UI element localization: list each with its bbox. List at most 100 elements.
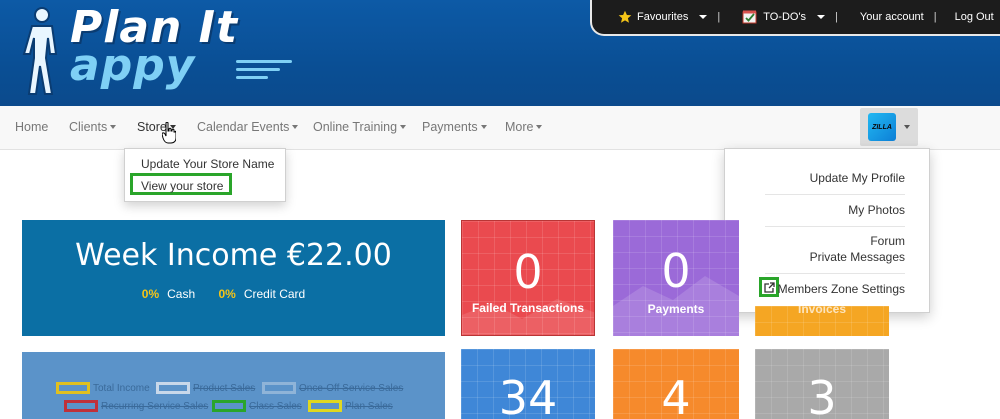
payments-label: Payments [647, 302, 705, 316]
nav-training-label: Online Training [313, 120, 398, 134]
update-store-name-label: Update Your Store Name [141, 157, 275, 171]
legend-once-off-label: Once-Off Service Sales [299, 382, 404, 394]
menu-divider [765, 226, 905, 227]
menu-update-store-name[interactable]: Update Your Store Name [141, 157, 274, 171]
legend-plan-sales[interactable]: Plan Sales [308, 400, 393, 412]
cash-label: Cash [167, 287, 196, 301]
legend-swatch [262, 382, 296, 394]
legend-class-sales[interactable]: Class Sales [212, 400, 302, 412]
members-zone-label: Members Zone Settings [777, 282, 905, 296]
messages-label: Private Messages [809, 250, 905, 264]
menu-divider [765, 194, 905, 195]
chevron-down-icon [292, 125, 299, 129]
nav-online-training[interactable]: Online Training [313, 120, 407, 134]
view-store-label: View your store [141, 179, 224, 193]
runner-logo-icon [22, 7, 58, 95]
failed-transactions-value: 0 [513, 245, 543, 299]
your-account-link[interactable]: Your account [838, 11, 934, 23]
menu-update-my-profile[interactable]: Update My Profile [810, 171, 905, 185]
nav-more[interactable]: More [505, 120, 543, 134]
payments-tile[interactable]: 0 Payments [613, 220, 739, 336]
checklist-icon [742, 10, 757, 24]
stat-value: 4 [661, 371, 691, 419]
nav-home[interactable]: Home [15, 120, 48, 134]
todos-menu[interactable]: TO-DO's [720, 10, 835, 24]
card-label: Credit Card [243, 287, 306, 301]
menu-forum[interactable]: Forum [870, 234, 905, 248]
legend-once-off-sales[interactable]: Once-Off Service Sales [262, 382, 403, 394]
sales-chart-panel: Total Income Product Sales Once-Off Serv… [22, 352, 445, 419]
avatar: ZILLA [868, 113, 896, 141]
legend-total-income[interactable]: Total Income [56, 382, 150, 394]
forum-label: Forum [870, 234, 905, 248]
your-account-label: Your account [859, 11, 924, 23]
logout-link[interactable]: Log Out [937, 11, 1000, 23]
top-user-bar: Favourites | TO-DO's | Your account | Lo… [590, 0, 1000, 36]
profile-dropdown-menu: Update My Profile My Photos Forum Privat… [724, 148, 930, 313]
legend-swatch [212, 400, 246, 412]
menu-divider [765, 273, 905, 274]
failed-transactions-tile[interactable]: 0 Failed Transactions [461, 220, 595, 336]
brand-logo-line2[interactable]: appy [70, 44, 195, 88]
stat-tile-34[interactable]: 34 [461, 349, 595, 419]
legend-swatch [56, 382, 90, 394]
legend-swatch [64, 400, 98, 412]
legend-swatch [308, 400, 342, 412]
menu-private-messages[interactable]: Private Messages [810, 250, 905, 264]
favourites-menu[interactable]: Favourites [592, 10, 717, 24]
nav-calendar-events[interactable]: Calendar Events [197, 120, 299, 134]
failed-transactions-label: Failed Transactions [471, 301, 585, 315]
legend-product-sales-label: Product Sales [193, 382, 256, 394]
menu-my-photos[interactable]: My Photos [848, 203, 905, 217]
nav-clients[interactable]: Clients [69, 120, 117, 134]
card-percent: 0% [218, 287, 236, 301]
legend-class-sales-label: Class Sales [249, 400, 302, 412]
stat-value: 3 [807, 371, 837, 419]
menu-view-your-store[interactable]: View your store [141, 179, 223, 193]
cash-percent: 0% [141, 287, 160, 301]
legend-product-sales[interactable]: Product Sales [156, 382, 255, 394]
income-breakdown: 0% Cash 0% Credit Card [22, 287, 445, 301]
chevron-down-icon [536, 125, 543, 129]
nav-payments-label: Payments [422, 120, 478, 134]
avatar-label: ZILLA [872, 123, 892, 131]
invoices-tile[interactable]: Invoices [755, 306, 889, 336]
chevron-down-icon [110, 125, 117, 129]
legend-recurring-label: Recurring Service Sales [101, 400, 209, 412]
stat-tile-3[interactable]: 3 [755, 349, 889, 419]
hand-cursor-icon [162, 122, 176, 144]
nav-more-label: More [505, 120, 534, 134]
profile-menu-button[interactable]: ZILLA [860, 108, 918, 146]
logo-speed-lines [236, 60, 296, 84]
stat-value: 34 [498, 371, 558, 419]
chevron-down-icon [480, 125, 487, 129]
week-income-panel: Week Income €22.00 0% Cash 0% Credit Card [22, 220, 445, 336]
logout-label: Log Out [954, 11, 994, 23]
update-profile-label: Update My Profile [809, 171, 905, 185]
legend-total-income-label: Total Income [93, 382, 150, 394]
nav-calendar-label: Calendar Events [197, 120, 290, 134]
main-navbar: Home Clients Store Calendar Events Onlin… [0, 106, 1000, 150]
payments-value: 0 [661, 244, 691, 298]
star-icon [618, 10, 632, 23]
photos-label: My Photos [848, 203, 905, 217]
external-link-icon [759, 277, 779, 297]
nav-clients-label: Clients [69, 120, 108, 134]
nav-home-label: Home [15, 120, 49, 134]
legend-swatch [156, 382, 190, 394]
week-income-title: Week Income €22.00 [75, 238, 392, 273]
chevron-down-icon [699, 15, 708, 19]
store-dropdown-menu: Update Your Store Name View your store [124, 148, 286, 202]
chevron-down-icon [817, 15, 826, 19]
menu-members-zone-settings[interactable]: Members Zone Settings [778, 282, 905, 296]
legend-recurring-sales[interactable]: Recurring Service Sales [64, 400, 208, 412]
todos-label: TO-DO's [763, 11, 807, 23]
legend-plan-sales-label: Plan Sales [345, 400, 393, 412]
nav-payments[interactable]: Payments [422, 120, 487, 134]
header-banner: Plan It appy Favourites | TO-DO's | Your… [0, 0, 1000, 106]
invoices-label: Invoices [797, 306, 847, 316]
favourites-label: Favourites [637, 11, 689, 23]
stat-tile-4[interactable]: 4 [613, 349, 739, 419]
chevron-down-icon [904, 125, 910, 129]
chevron-down-icon [400, 125, 407, 129]
